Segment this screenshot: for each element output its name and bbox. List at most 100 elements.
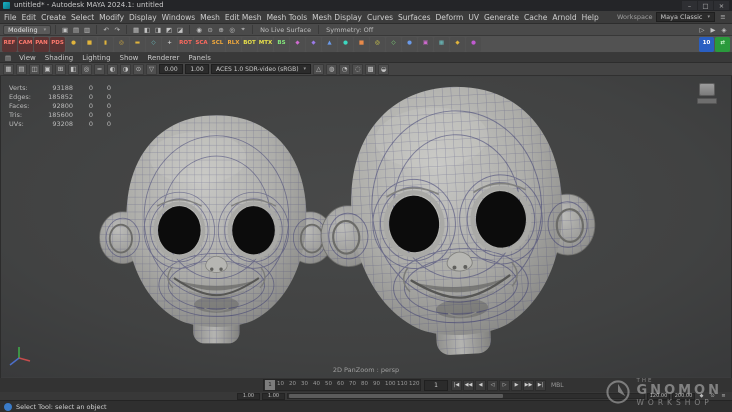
- viewport-tool-icon[interactable]: ⊙: [133, 63, 144, 75]
- status-icon[interactable]: ▥: [82, 25, 92, 35]
- menu-item[interactable]: Surfaces: [398, 13, 430, 22]
- shelf-button[interactable]: ◎: [370, 36, 385, 52]
- shelf-button[interactable]: 10: [699, 36, 714, 52]
- shelf-button[interactable]: ■: [354, 36, 369, 52]
- status-icon[interactable]: ⊕: [216, 25, 226, 35]
- menu-item[interactable]: UV: [468, 13, 479, 22]
- menu-item[interactable]: Cache: [524, 13, 547, 22]
- status-icon[interactable]: ◉: [194, 25, 204, 35]
- pane-icon[interactable]: ▤: [5, 54, 11, 62]
- shelf-button[interactable]: ●: [338, 36, 353, 52]
- timeline-ruler[interactable]: 1102030405060708090100110120 1: [263, 379, 421, 391]
- viewport-tool-icon[interactable]: △: [313, 63, 325, 75]
- shelf-button[interactable]: ◇: [386, 36, 401, 52]
- status-icon[interactable]: ↶: [101, 25, 111, 35]
- playback-button[interactable]: |◀: [451, 379, 462, 391]
- shelf-button[interactable]: ●: [466, 36, 481, 52]
- range-tool-icon[interactable]: ⊙: [708, 392, 717, 400]
- shelf-button[interactable]: ▦: [434, 36, 449, 52]
- command-line[interactable]: Select Tool: select an object: [0, 400, 732, 412]
- shelf-button[interactable]: ◆: [290, 36, 305, 52]
- playback-button[interactable]: ▶▶: [523, 379, 534, 391]
- playhead[interactable]: 1: [265, 380, 275, 390]
- menu-item[interactable]: Select: [71, 13, 94, 22]
- viewport-tool-icon[interactable]: ◧: [68, 63, 79, 75]
- panel-menu-item[interactable]: Lighting: [82, 54, 110, 62]
- playback-button[interactable]: ▷: [499, 379, 510, 391]
- minimize-button[interactable]: –: [682, 1, 697, 10]
- panel-menu-item[interactable]: View: [19, 54, 36, 62]
- menu-item[interactable]: Curves: [367, 13, 393, 22]
- shelf-button[interactable]: ◆: [450, 36, 465, 52]
- menu-item[interactable]: Edit Mesh: [225, 13, 262, 22]
- shelf-button[interactable]: +: [162, 36, 177, 52]
- shelf-button[interactable]: BOT: [242, 36, 257, 52]
- menu-item[interactable]: Edit: [22, 13, 37, 22]
- viewport-tool-icon[interactable]: ◐: [107, 63, 118, 75]
- viewport-tool-icon[interactable]: ◌: [352, 63, 364, 75]
- viewcube-bar-icon[interactable]: [697, 98, 717, 104]
- menu-item[interactable]: Deform: [435, 13, 463, 22]
- panel-menu-item[interactable]: Shading: [45, 54, 73, 62]
- playback-end-field[interactable]: 120.00: [647, 392, 670, 400]
- menu-item[interactable]: Arnold: [552, 13, 576, 22]
- range-handle[interactable]: [289, 394, 503, 398]
- viewport-tool-icon[interactable]: ▤: [16, 63, 27, 75]
- shelf-button[interactable]: BS: [274, 36, 289, 52]
- viewport-tool-icon[interactable]: ◒: [378, 63, 390, 75]
- menu-item[interactable]: Help: [582, 13, 599, 22]
- current-frame-field[interactable]: 1: [424, 379, 448, 391]
- shelf-button[interactable]: ▮: [98, 36, 113, 52]
- viewcube-cube-icon[interactable]: [699, 83, 715, 96]
- anim-end-field[interactable]: 200.00: [672, 392, 695, 400]
- viewport-tool-icon[interactable]: ▣: [42, 63, 53, 75]
- status-icon[interactable]: ◩: [164, 25, 174, 35]
- shelf-button[interactable]: ■: [82, 36, 97, 52]
- playback-start-field[interactable]: 1.00: [262, 392, 285, 400]
- status-icon[interactable]: ▷: [697, 25, 707, 35]
- viewport-tool-icon[interactable]: ◍: [326, 63, 338, 75]
- exposure-field[interactable]: 0.00: [159, 64, 183, 74]
- shelf-button[interactable]: PDS: [50, 36, 65, 52]
- workspace-settings-icon[interactable]: ≡: [718, 12, 728, 22]
- panel-menu-item[interactable]: Show: [120, 54, 139, 62]
- status-icon[interactable]: ▦: [131, 25, 141, 35]
- shelf-button[interactable]: PAN: [34, 36, 49, 52]
- shelf-button[interactable]: SCL: [210, 36, 225, 52]
- colorspace-select[interactable]: ACES 1.0 SDR-video (sRGB) ▾: [211, 64, 312, 74]
- viewport-tool-icon[interactable]: ◑: [120, 63, 131, 75]
- viewcube[interactable]: [697, 83, 717, 104]
- shelf-button[interactable]: RLX: [226, 36, 241, 52]
- viewport-tool-icon[interactable]: ▽: [146, 63, 157, 75]
- status-icon[interactable]: ◈: [719, 25, 729, 35]
- menu-item[interactable]: Mesh Display: [312, 13, 362, 22]
- menu-item[interactable]: File: [4, 13, 17, 22]
- viewport-tool-icon[interactable]: ⊞: [55, 63, 66, 75]
- shelf-button[interactable]: ROT: [178, 36, 193, 52]
- workspace-select[interactable]: Maya Classic ▾: [655, 12, 715, 22]
- no-live-surface-label[interactable]: No Live Surface: [257, 26, 314, 34]
- gamma-field[interactable]: 1.00: [185, 64, 209, 74]
- menu-item[interactable]: Modify: [99, 13, 124, 22]
- playback-button[interactable]: ▶|: [535, 379, 546, 391]
- anim-start-field[interactable]: 1.00: [237, 392, 260, 400]
- shelf-button[interactable]: ◇: [146, 36, 161, 52]
- range-bar[interactable]: [287, 393, 645, 399]
- shelf-button[interactable]: MTX: [258, 36, 273, 52]
- viewport-tool-icon[interactable]: ▩: [365, 63, 377, 75]
- playback-button[interactable]: ◁: [487, 379, 498, 391]
- status-icon[interactable]: ⊙: [205, 25, 215, 35]
- status-icon[interactable]: ◨: [153, 25, 163, 35]
- shelf-button[interactable]: SCA: [194, 36, 209, 52]
- menu-item[interactable]: Mesh Tools: [267, 13, 308, 22]
- panel-menu-item[interactable]: Panels: [188, 54, 211, 62]
- maximize-button[interactable]: □: [698, 1, 713, 10]
- menu-item[interactable]: Generate: [484, 13, 519, 22]
- close-button[interactable]: ×: [714, 1, 729, 10]
- shelf-button[interactable]: ●: [402, 36, 417, 52]
- status-icon[interactable]: ▤: [71, 25, 81, 35]
- shelf-button[interactable]: ⇄: [715, 36, 730, 52]
- viewport[interactable]: Verts: 93188 0 0 Edges: 185852 0 0 Faces…: [0, 76, 732, 378]
- viewport-tool-icon[interactable]: ≈: [94, 63, 105, 75]
- viewport-tool-icon[interactable]: ◔: [339, 63, 351, 75]
